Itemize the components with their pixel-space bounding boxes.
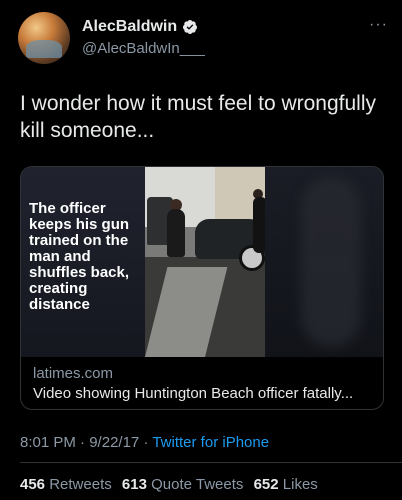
card-info[interactable]: latimes.com Video showing Huntington Bea… — [21, 357, 383, 409]
tweet-header: AlecBaldwin @AlecBaldwIn___ ··· — [18, 12, 388, 66]
retweets-count: 456 — [20, 476, 46, 493]
display-name[interactable]: AlecBaldwin — [82, 18, 177, 36]
video-still — [145, 167, 265, 357]
name-row: AlecBaldwin — [82, 18, 198, 36]
quotes-stat[interactable]: 613 Quote Tweets — [122, 476, 243, 493]
card-title: Video showing Huntington Beach officer f… — [33, 385, 354, 402]
likes-count: 652 — [253, 476, 279, 493]
meta-separator: · — [80, 434, 86, 451]
tweet-time[interactable]: 8:01 PM — [20, 434, 76, 451]
quotes-label: Quote Tweets — [151, 476, 244, 493]
tweet-source[interactable]: Twitter for iPhone — [152, 434, 269, 451]
link-card[interactable]: The officer keeps his gun trained on the… — [20, 166, 384, 410]
verified-badge-icon — [183, 20, 198, 34]
divider — [20, 462, 402, 463]
retweets-stat[interactable]: 456 Retweets — [20, 476, 112, 493]
meta-separator: · — [143, 434, 149, 451]
user-handle[interactable]: @AlecBaldwIn___ — [82, 40, 205, 57]
tweet-date[interactable]: 9/22/17 — [89, 434, 139, 451]
likes-stat[interactable]: 652 Likes — [254, 476, 318, 493]
tweet-meta: 8:01 PM · 9/22/17 · Twitter for iPhone — [20, 434, 269, 451]
avatar[interactable] — [18, 12, 70, 64]
video-caption: The officer keeps his gun trained on the… — [29, 200, 130, 313]
card-media[interactable]: The officer keeps his gun trained on the… — [21, 167, 383, 357]
card-domain: latimes.com — [33, 365, 114, 382]
media-left-panel: The officer keeps his gun trained on the… — [21, 167, 145, 357]
likes-label: Likes — [282, 476, 318, 493]
quotes-count: 613 — [121, 476, 147, 493]
tweet-text: I wonder how it must feel to wrongfully … — [20, 92, 376, 142]
retweets-label: Retweets — [49, 476, 112, 493]
media-right-panel — [265, 167, 383, 357]
more-icon[interactable]: ··· — [369, 16, 388, 34]
tweet-stats: 456 Retweets 613 Quote Tweets 652 Likes — [20, 476, 324, 493]
